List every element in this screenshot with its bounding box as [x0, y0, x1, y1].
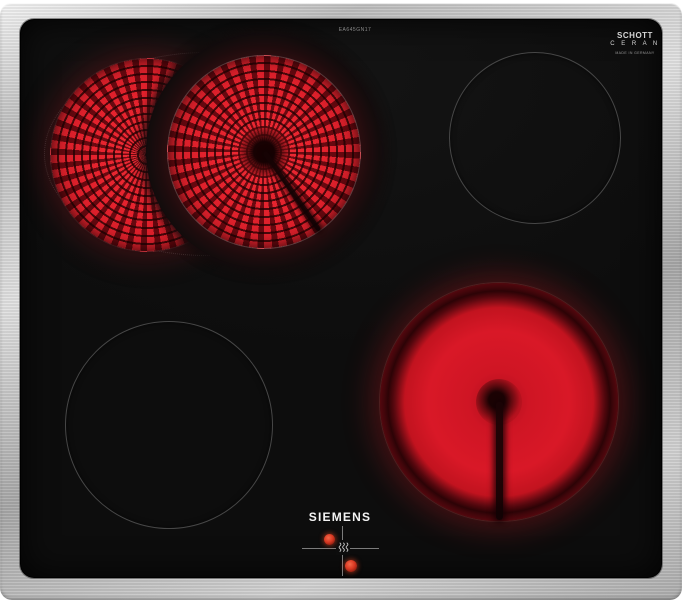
- cooking-zone-front-right: [380, 283, 618, 521]
- schott-ceran-logo-line3: MADE IN GERMANY: [615, 50, 655, 55]
- heating-element-sensor-rod: [261, 150, 322, 233]
- schott-ceran-logo-line2: C E R A N: [610, 41, 660, 47]
- heating-element-sensor-rod: [495, 402, 503, 520]
- model-label: EA645GN17: [338, 27, 372, 33]
- schott-ceran-logo-line1: SCHOTT: [617, 31, 653, 40]
- control-crosshair-right-line: [349, 548, 379, 550]
- control-crosshair-left-line: [302, 548, 336, 550]
- siemens-logo: SIEMENS: [308, 510, 372, 524]
- cooking-zone-rear-left-inner-coil: [167, 55, 361, 249]
- residual-heat-indicator-dot: [345, 560, 357, 572]
- product-photo: EA645GN17 SCHOTT C E R A N MADE IN GERMA…: [0, 0, 682, 600]
- schott-ceran-logo: SCHOTT C E R A N MADE IN GERMANY: [608, 31, 662, 55]
- residual-heat-icon: [336, 540, 350, 555]
- cooking-zone-rear-right: [449, 52, 621, 224]
- residual-heat-indicator-dot: [324, 534, 335, 545]
- hob-frame: EA645GN17 SCHOTT C E R A N MADE IN GERMA…: [0, 3, 682, 600]
- cooking-zone-front-left: [65, 321, 273, 529]
- ceramic-glass-surface: EA645GN17 SCHOTT C E R A N MADE IN GERMA…: [20, 19, 662, 578]
